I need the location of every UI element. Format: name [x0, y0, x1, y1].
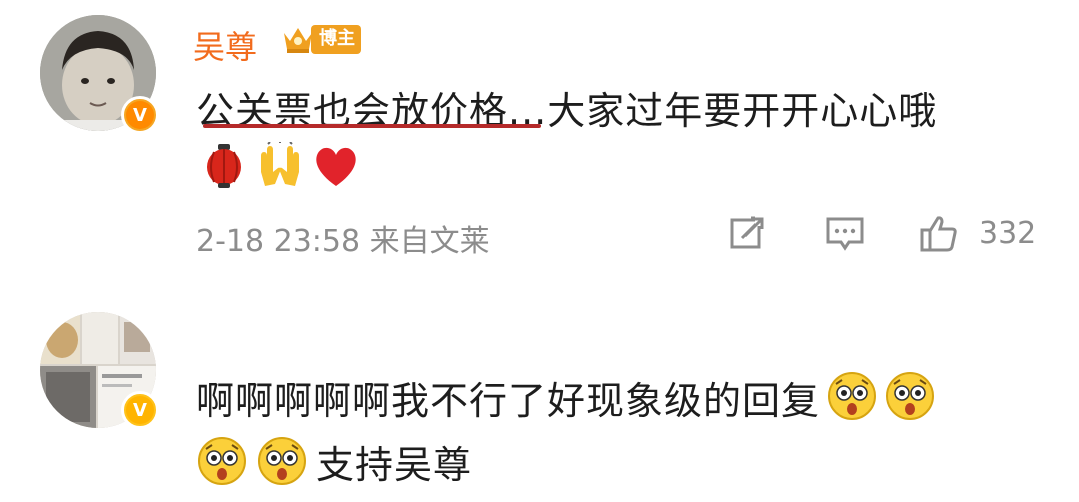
- red-heart-emoji-icon: [316, 147, 356, 186]
- verified-badge-icon: V: [121, 96, 159, 134]
- highlight-underline: [203, 124, 541, 128]
- raised-hands-emoji-icon: [261, 142, 299, 186]
- blogger-badge: 博主: [281, 22, 361, 56]
- timestamp-source: 2-18 23:58 来自文莱: [196, 224, 490, 259]
- blogger-tag: 博主: [311, 24, 361, 54]
- emoji-row: [200, 142, 360, 192]
- like-count: 332: [979, 216, 1037, 251]
- reply-text-line1: 啊啊啊啊啊我不行了好现象级的回复: [196, 370, 936, 425]
- shocked-face-emoji-icon: [198, 437, 246, 485]
- shocked-face-emoji-icon: [828, 372, 877, 420]
- username[interactable]: 吴尊: [193, 22, 257, 68]
- shocked-face-emoji-icon: [258, 437, 306, 485]
- verified-badge-icon: V: [121, 391, 159, 429]
- reply-text: 啊啊啊啊啊我不行了好现象级的回复: [196, 379, 821, 423]
- comment-icon[interactable]: [825, 214, 865, 254]
- crown-icon: [284, 28, 312, 53]
- thumbs-up-icon[interactable]: [919, 214, 959, 254]
- lantern-emoji-icon: [207, 144, 241, 188]
- reply-text: 支持吴尊: [316, 442, 473, 487]
- reply-text-line2: 支持吴尊: [196, 436, 473, 487]
- shocked-face-emoji-icon: [886, 372, 935, 420]
- share-icon[interactable]: [727, 214, 767, 254]
